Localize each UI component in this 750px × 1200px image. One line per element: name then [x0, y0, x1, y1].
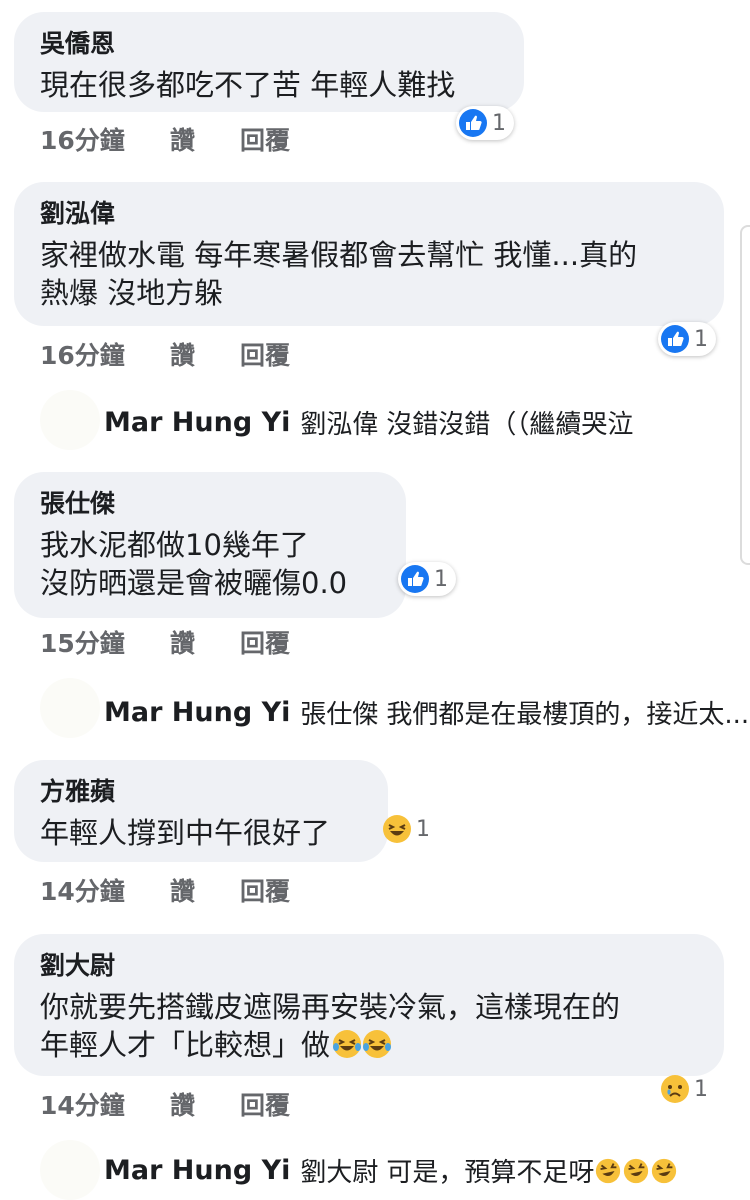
- comment-bubble[interactable]: 劉大尉 你就要先搭鐵皮遮陽再安裝冷氣，這樣現在的 年輕人才「比較想」做: [14, 934, 724, 1076]
- rolling-laughing-emoji-icon: [652, 1158, 677, 1183]
- comment-author[interactable]: 吳僑恩: [40, 28, 498, 60]
- comment-text: 現在很多都吃不了苦 年輕人難找: [40, 68, 456, 102]
- comment-bubble[interactable]: 吳僑恩 現在很多都吃不了苦 年輕人難找: [14, 12, 524, 112]
- laughing-crying-emoji-icon: [363, 1030, 392, 1058]
- reaction-count: 1: [416, 816, 430, 842]
- comment-meta: 14分鐘 讚 回覆: [40, 1086, 320, 1122]
- reply-preview[interactable]: Mar Hung Yi 劉大尉 可是，預算不足呀: [104, 1152, 678, 1189]
- comment: 張仕傑 我水泥都做10幾年了 沒防晒還是會被曬傷0.0: [14, 472, 406, 618]
- like-icon: [459, 109, 487, 137]
- comment-text: 年輕人撐到中午很好了: [40, 816, 331, 850]
- reply-text: 可是，預算不足呀: [386, 1158, 595, 1188]
- reply-text: 沒錯沒錯（（繼續哭泣: [386, 410, 634, 440]
- reaction-count: 1: [694, 326, 708, 352]
- comment-author[interactable]: 劉大尉: [40, 950, 698, 982]
- like-button[interactable]: 讚: [170, 336, 240, 372]
- reaction-badge[interactable]: 1: [658, 1072, 716, 1106]
- reply-mention: 張仕傑: [300, 700, 379, 730]
- rolling-laughing-emoji-icon: [596, 1158, 621, 1183]
- scrollbar[interactable]: [740, 225, 750, 565]
- comment-bubble[interactable]: 方雅蘋 年輕人撐到中午很好了: [14, 760, 388, 862]
- reaction-badge: 1: [380, 812, 438, 846]
- comment-author[interactable]: 劉泓偉: [40, 198, 698, 230]
- comment-bubble[interactable]: 張仕傑 我水泥都做10幾年了 沒防晒還是會被曬傷0.0: [14, 472, 406, 618]
- reply-button[interactable]: 回覆: [240, 624, 320, 660]
- comment-text-content: 你就要先搭鐵皮遮陽再安裝冷氣，這樣現在的 年輕人才「比較想」做: [40, 990, 621, 1062]
- reply-button[interactable]: 回覆: [240, 336, 320, 372]
- reply-mention: 劉大尉: [300, 1158, 379, 1188]
- like-icon: [401, 565, 429, 593]
- reply-preview[interactable]: Mar Hung Yi 劉泓偉 沒錯沒錯（（繼續哭泣: [104, 404, 633, 441]
- comment-time[interactable]: 14分鐘: [40, 872, 170, 908]
- avatar[interactable]: [40, 678, 100, 738]
- comment-meta: 16分鐘 讚 回覆: [40, 336, 320, 372]
- laughing-crying-emoji-icon: [333, 1030, 362, 1058]
- comment-text: 家裡做水電 每年寒暑假都會去幫忙 我懂...真的 熱爆 沒地方躲: [40, 238, 638, 310]
- reply-author[interactable]: Mar Hung Yi: [104, 697, 290, 728]
- reaction-count: 1: [434, 566, 448, 592]
- comment-time[interactable]: 16分鐘: [40, 121, 170, 157]
- comment-meta: 16分鐘 讚 回覆: [40, 121, 320, 157]
- comment-bubble[interactable]: 劉泓偉 家裡做水電 每年寒暑假都會去幫忙 我懂...真的 熱爆 沒地方躲: [14, 182, 724, 326]
- reply-author[interactable]: Mar Hung Yi: [104, 1155, 290, 1186]
- reply-button[interactable]: 回覆: [240, 1086, 320, 1122]
- reaction-badge[interactable]: 1: [658, 322, 716, 356]
- reply-button[interactable]: 回覆: [240, 872, 320, 908]
- like-button[interactable]: 讚: [170, 624, 240, 660]
- avatar[interactable]: [40, 390, 100, 450]
- reaction-badge[interactable]: 1: [398, 562, 456, 596]
- comment-text: 你就要先搭鐵皮遮陽再安裝冷氣，這樣現在的 年輕人才「比較想」做: [40, 988, 698, 1064]
- reaction-badge[interactable]: 1: [456, 106, 514, 140]
- reply-mention: 劉泓偉: [300, 410, 379, 440]
- reply-preview[interactable]: Mar Hung Yi 張仕傑 我們都是在最樓頂的，接近太...: [104, 694, 749, 731]
- sad-emoji-icon: [661, 1075, 689, 1103]
- comment: 劉泓偉 家裡做水電 每年寒暑假都會去幫忙 我懂...真的 熱爆 沒地方躲: [14, 182, 724, 326]
- reaction-count: 1: [492, 110, 506, 136]
- reply-text: 我們都是在最樓頂的，接近太...: [386, 700, 750, 730]
- like-button[interactable]: 讚: [170, 1086, 240, 1122]
- like-button[interactable]: 讚: [170, 872, 240, 908]
- like-button[interactable]: 讚: [170, 121, 240, 157]
- comment-meta: 15分鐘 讚 回覆: [40, 624, 320, 660]
- like-icon: [661, 325, 689, 353]
- reply-button[interactable]: 回覆: [240, 121, 320, 157]
- comment-author[interactable]: 方雅蘋: [40, 776, 362, 808]
- laughing-emoji-icon: [383, 815, 411, 843]
- comment-time[interactable]: 16分鐘: [40, 336, 170, 372]
- reply-author[interactable]: Mar Hung Yi: [104, 407, 290, 438]
- comment-author[interactable]: 張仕傑: [40, 488, 380, 520]
- comment: 吳僑恩 現在很多都吃不了苦 年輕人難找: [14, 12, 524, 112]
- avatar[interactable]: [40, 1140, 100, 1200]
- rolling-laughing-emoji-icon: [624, 1158, 649, 1183]
- comment: 方雅蘋 年輕人撐到中午很好了: [14, 760, 388, 862]
- comment: 劉大尉 你就要先搭鐵皮遮陽再安裝冷氣，這樣現在的 年輕人才「比較想」做: [14, 934, 724, 1076]
- reaction-count: 1: [694, 1076, 708, 1102]
- comment-time[interactable]: 15分鐘: [40, 624, 170, 660]
- comment-text: 我水泥都做10幾年了 沒防晒還是會被曬傷0.0: [40, 528, 348, 600]
- comment-time[interactable]: 14分鐘: [40, 1086, 170, 1122]
- comment-meta: 14分鐘 讚 回覆: [40, 872, 320, 908]
